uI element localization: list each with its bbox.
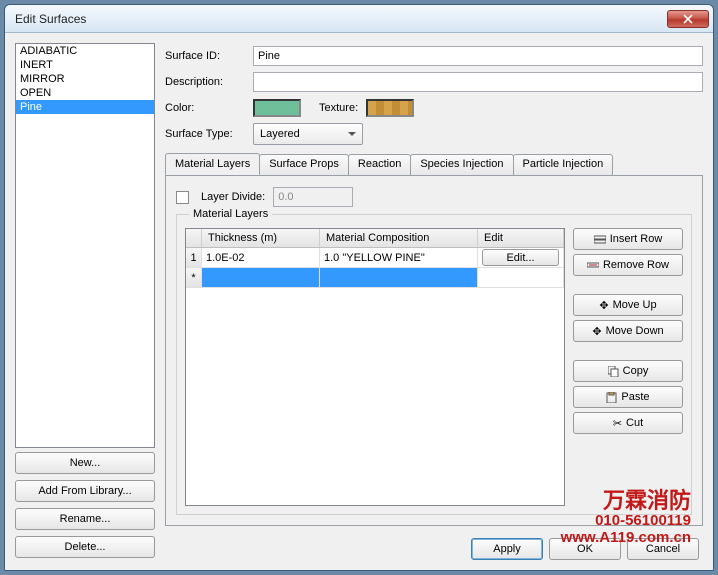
layer-divide-input xyxy=(273,187,353,207)
copy-button[interactable]: Copy xyxy=(573,360,683,382)
texture-label: Texture: xyxy=(319,102,358,114)
row-index: 1 xyxy=(186,248,202,267)
edit-row-button[interactable]: Edit... xyxy=(482,249,559,266)
surface-listbox[interactable]: ADIABATIC INERT MIRROR OPEN Pine xyxy=(15,43,155,448)
move-up-button[interactable]: ✥ Move Up xyxy=(573,294,683,316)
move-down-button[interactable]: ✥ Move Down xyxy=(573,320,683,342)
titlebar: Edit Surfaces xyxy=(5,5,713,33)
insert-row-button[interactable]: Insert Row xyxy=(573,228,683,250)
tab-species-injection[interactable]: Species Injection xyxy=(410,154,513,176)
color-swatch[interactable] xyxy=(253,99,301,117)
add-from-library-button[interactable]: Add From Library... xyxy=(15,480,155,502)
texture-swatch[interactable] xyxy=(366,99,414,117)
ok-button[interactable]: OK xyxy=(549,538,621,560)
grid-side-buttons: Insert Row Remove Row ✥ Move Up ✥ xyxy=(573,228,683,506)
paste-icon xyxy=(606,392,617,403)
left-column: ADIABATIC INERT MIRROR OPEN Pine New... … xyxy=(15,43,155,560)
copy-icon xyxy=(608,366,619,377)
surface-item-open[interactable]: OPEN xyxy=(16,86,154,100)
cut-button[interactable]: ✂ Cut xyxy=(573,412,683,434)
description-label: Description: xyxy=(165,76,245,88)
surface-item-adiabatic[interactable]: ADIABATIC xyxy=(16,44,154,58)
apply-button[interactable]: Apply xyxy=(471,538,543,560)
tab-material-layers[interactable]: Material Layers xyxy=(165,153,260,175)
col-composition[interactable]: Material Composition xyxy=(320,229,478,247)
move-up-icon: ✥ xyxy=(599,299,608,312)
surface-item-mirror[interactable]: MIRROR xyxy=(16,72,154,86)
close-button[interactable] xyxy=(667,10,709,28)
surface-item-inert[interactable]: INERT xyxy=(16,58,154,72)
surface-id-input[interactable] xyxy=(253,46,703,66)
color-label: Color: xyxy=(165,102,245,114)
right-column: Surface ID: Description: Color: Texture:… xyxy=(165,43,703,560)
cut-icon: ✂ xyxy=(613,417,622,430)
close-icon xyxy=(683,14,693,24)
layer-divide-checkbox[interactable] xyxy=(176,191,189,204)
delete-button[interactable]: Delete... xyxy=(15,536,155,558)
description-input[interactable] xyxy=(253,72,703,92)
edit-surfaces-dialog: Edit Surfaces ADIABATIC INERT MIRROR OPE… xyxy=(4,4,714,571)
surface-type-dropdown[interactable]: Layered xyxy=(253,123,363,145)
grid-header: Thickness (m) Material Composition Edit xyxy=(186,229,564,248)
col-edit[interactable]: Edit xyxy=(478,229,564,247)
surface-id-label: Surface ID: xyxy=(165,50,245,62)
layer-divide-label: Layer Divide: xyxy=(201,191,265,203)
tab-particle-injection[interactable]: Particle Injection xyxy=(513,154,614,176)
remove-row-icon xyxy=(587,260,599,270)
cancel-button[interactable]: Cancel xyxy=(627,538,699,560)
tab-panel-material-layers: Layer Divide: Material Layers Thickness … xyxy=(165,175,703,526)
tab-strip: Material Layers Surface Props Reaction S… xyxy=(165,153,703,175)
surface-item-pine[interactable]: Pine xyxy=(16,100,154,114)
dialog-body: ADIABATIC INERT MIRROR OPEN Pine New... … xyxy=(5,33,713,570)
surface-type-label: Surface Type: xyxy=(165,128,245,140)
cell-composition[interactable]: 1.0 "YELLOW PINE" xyxy=(320,248,478,267)
material-layers-group: Material Layers Thickness (m) Material C… xyxy=(176,208,692,515)
rename-button[interactable]: Rename... xyxy=(15,508,155,530)
paste-button[interactable]: Paste xyxy=(573,386,683,408)
new-button[interactable]: New... xyxy=(15,452,155,474)
table-row[interactable]: 1 1.0E-02 1.0 "YELLOW PINE" Edit... xyxy=(186,248,564,268)
material-layers-grid[interactable]: Thickness (m) Material Composition Edit … xyxy=(185,228,565,506)
col-thickness[interactable]: Thickness (m) xyxy=(202,229,320,247)
dialog-buttons: Apply OK Cancel xyxy=(471,538,699,560)
tab-surface-props[interactable]: Surface Props xyxy=(259,154,349,176)
new-row-marker: * xyxy=(186,268,202,287)
material-layers-legend: Material Layers xyxy=(189,208,272,220)
cell-thickness[interactable]: 1.0E-02 xyxy=(202,248,320,267)
tab-reaction[interactable]: Reaction xyxy=(348,154,411,176)
table-row-new[interactable]: * xyxy=(186,268,564,288)
insert-row-icon xyxy=(594,234,606,244)
move-down-icon: ✥ xyxy=(592,325,601,338)
remove-row-button[interactable]: Remove Row xyxy=(573,254,683,276)
window-title: Edit Surfaces xyxy=(15,12,667,26)
